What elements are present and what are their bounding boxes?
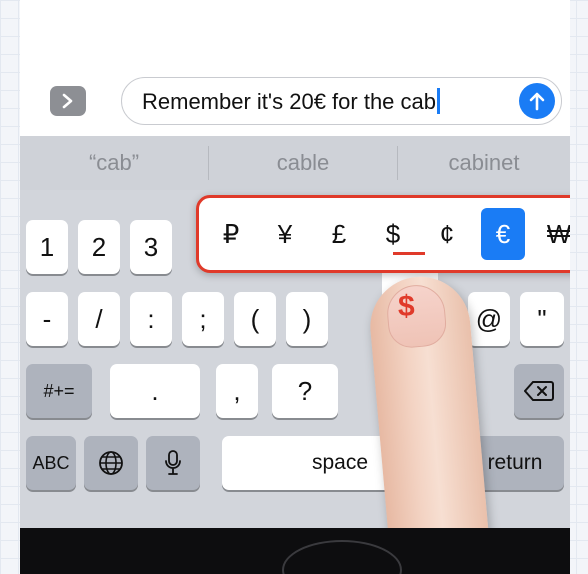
currency-cent[interactable]: ¢ [425,208,469,260]
send-button[interactable] [519,83,555,119]
message-input[interactable]: Remember it's 20€ for the cab [121,77,562,125]
key-open-paren[interactable]: ( [234,292,276,346]
key-close-paren[interactable]: ) [286,292,328,346]
key-semicolon[interactable]: ; [182,292,224,346]
globe-key[interactable] [84,436,138,490]
text-caret [437,88,441,114]
currency-pound[interactable]: £ [317,208,361,260]
key-1[interactable]: 1 [26,220,68,274]
key-period[interactable]: . [110,364,200,418]
currency-won[interactable]: ₩ [537,208,570,260]
key-abc[interactable]: ABC [26,436,76,490]
key-dash[interactable]: - [26,292,68,346]
apps-expand-button[interactable] [50,86,86,116]
prediction-1[interactable]: “cab” [20,136,208,190]
key-3[interactable]: 3 [130,220,172,274]
key-at[interactable]: @ [468,292,510,346]
dictation-key[interactable] [146,436,200,490]
fingernail [384,282,449,350]
key-more-symbols[interactable]: #+= [26,364,92,418]
phone-screen: Remember it's 20€ for the cab “cab” cabl… [20,0,570,574]
chevron-right-icon [62,93,73,109]
currency-euro[interactable]: € [481,208,525,260]
message-text: Remember it's 20€ for the cab [142,89,437,114]
prediction-3[interactable]: cabinet [398,136,570,190]
backspace-icon [524,381,554,401]
key-slash[interactable]: / [78,292,120,346]
delete-key[interactable] [514,364,564,418]
key-colon[interactable]: : [130,292,172,346]
currency-yen[interactable]: ¥ [263,208,307,260]
key-question[interactable]: ? [272,364,338,418]
globe-icon [99,451,123,475]
key-quote[interactable]: " [520,292,564,346]
key-2[interactable]: 2 [78,220,120,274]
predictive-bar: “cab” cable cabinet [20,136,570,190]
currency-ruble[interactable]: ₽ [209,208,253,260]
dollar-underline [393,252,425,255]
microphone-icon [165,450,181,475]
prediction-2[interactable]: cable [209,136,397,190]
currency-popup: ₽ ¥ £ $ ¢ € ₩ [196,195,570,273]
key-comma[interactable]: , [216,364,258,418]
arrow-up-icon [529,92,545,111]
finger-dollar-label: $ [398,290,415,323]
